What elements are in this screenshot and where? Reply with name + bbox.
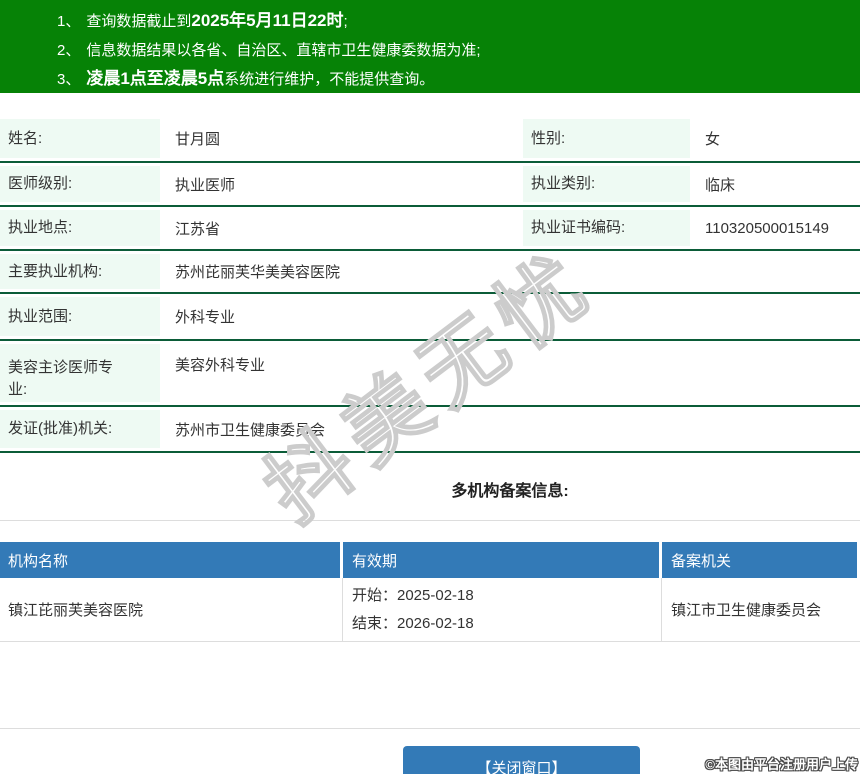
notice-text: 查询数据截止到 [86,13,191,30]
table-row: 执业地点: 江苏省 执业证书编码: 110320500015149 [0,207,860,251]
field-label-doctor-level: 医师级别: [0,166,160,202]
field-label-issuing-authority: 发证(批准)机关: [0,410,160,448]
cell-validity: 开始：2025-02-18 结束：2026-02-18 [343,578,662,641]
field-value-practice-category: 临床 [705,163,860,205]
notice-line-2: 2、信息数据结果以各省、自治区、直辖市卫生健康委数据为准; [57,36,850,65]
notice-bold-text: 2025年5月11日22时 [191,11,343,30]
notice-text: 信息数据结果以各省、自治区、直辖市卫生健康委数据为准; [86,42,480,59]
table-row: 美容主诊医师专业: 美容外科专业 [0,341,860,407]
field-label-practice-category: 执业类别: [523,166,690,202]
table-row: 执业范围: 外科专业 [0,294,860,341]
field-value-main-institution: 苏州芘丽芙华美美容医院 [175,251,860,292]
notice-number: 3、 [57,71,80,88]
column-header-validity: 有效期 [343,542,662,578]
notice-text: ; [344,13,348,30]
cell-record-authority: 镇江市卫生健康委员会 [662,578,857,641]
validity-end: 结束：2026-02-18 [352,610,474,638]
table-row: 主要执业机构: 苏州芘丽芙华美美容医院 [0,251,860,294]
field-value-practice-scope: 外科专业 [175,294,860,339]
notice-bold-text: 凌晨1点至凌晨5点 [86,69,224,88]
upload-credit-watermark: ©本图由平台注册用户上传 [705,754,858,773]
close-window-button[interactable]: 【关闭窗口】 [403,746,640,774]
field-value-gender: 女 [705,116,860,161]
validity-start: 开始：2025-02-18 [352,582,474,610]
field-label-name: 姓名: [0,119,160,158]
notice-banner: 1、查询数据截止到2025年5月11日22时; 2、信息数据结果以各省、自治区、… [0,0,860,93]
field-label-practice-scope: 执业范围: [0,297,160,336]
field-value-cosmetic-specialty: 美容外科专业 [175,341,860,405]
practitioner-info-table: 姓名: 甘月圆 性别: 女 医师级别: 执业医师 执业类别: 临床 执业地点: … [0,116,860,453]
multi-institution-table: 机构名称 有效期 备案机关 镇江芘丽芙美容医院 开始：2025-02-18 结束… [0,542,860,642]
notice-text: 系统进行维护，不能提供查询。 [224,71,434,88]
notice-line-3: 3、凌晨1点至凌晨5点系统进行维护，不能提供查询。 [57,65,850,94]
column-header-record-authority: 备案机关 [662,542,857,578]
table-row: 姓名: 甘月圆 性别: 女 [0,116,860,163]
field-label-certificate-number: 执业证书编码: [523,210,690,246]
field-label-gender: 性别: [523,119,690,158]
field-value-issuing-authority: 苏州市卫生健康委员会 [175,407,860,451]
table-row: 发证(批准)机关: 苏州市卫生健康委员会 [0,407,860,453]
table-row: 医师级别: 执业医师 执业类别: 临床 [0,163,860,207]
notice-number: 1、 [57,13,80,30]
table-header-row: 机构名称 有效期 备案机关 [0,542,860,578]
field-value-certificate-number: 110320500015149 [705,207,860,249]
notice-line-1: 1、查询数据截止到2025年5月11日22时; [57,7,850,36]
multi-institution-section-title: 多机构备案信息: [160,477,860,501]
column-header-org-name: 机构名称 [0,542,343,578]
notice-number: 2、 [57,42,80,59]
divider-line [0,520,860,521]
query-result-page: 1、查询数据截止到2025年5月11日22时; 2、信息数据结果以各省、自治区、… [0,0,860,774]
field-label-cosmetic-specialty: 美容主诊医师专业: [0,344,160,402]
field-label-main-institution: 主要执业机构: [0,254,160,289]
divider-line [0,728,860,729]
field-label-practice-location: 执业地点: [0,210,160,246]
cell-org-name: 镇江芘丽芙美容医院 [0,578,343,641]
table-row: 镇江芘丽芙美容医院 开始：2025-02-18 结束：2026-02-18 镇江… [0,578,860,642]
